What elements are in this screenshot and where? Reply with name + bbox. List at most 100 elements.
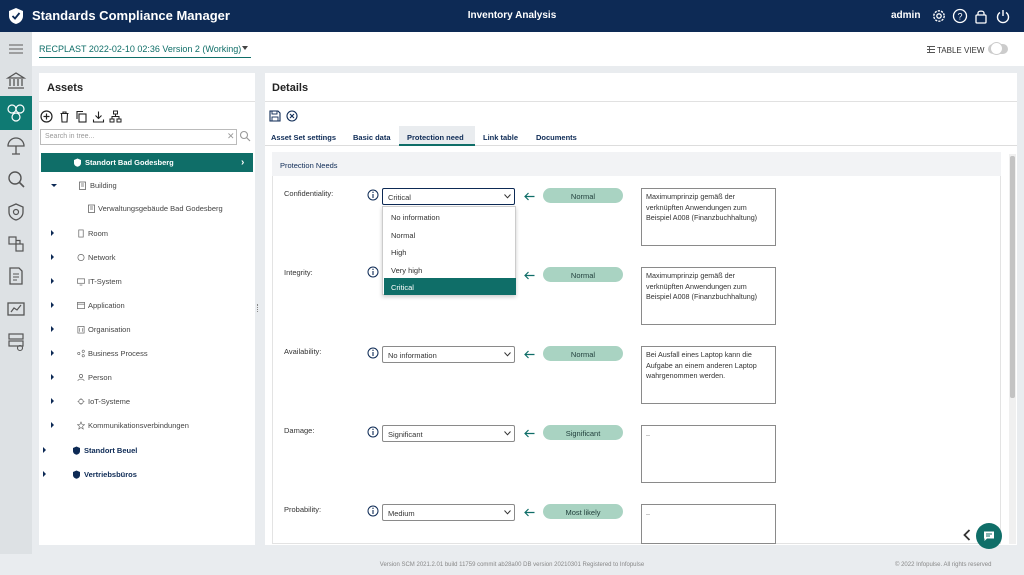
add-icon[interactable] [40,110,53,123]
caret-right-icon[interactable] [43,471,46,477]
caret-right-icon[interactable] [51,350,54,356]
panel-splitter[interactable] [257,304,260,312]
confidentiality-dropdown-menu: No information Normal High Very high Cri… [382,206,516,295]
tree-node-it-system[interactable]: IT-System [51,274,122,288]
search-icon[interactable] [239,130,251,142]
suggested-value-pill[interactable]: Significant [543,425,623,440]
suggested-value-pill[interactable]: Normal [543,188,623,203]
caret-right-icon[interactable] [51,374,54,380]
scrollbar-thumb[interactable] [1010,156,1015,398]
chat-button[interactable] [976,523,1002,549]
apply-suggestion-arrow-icon[interactable] [524,350,535,359]
menu-icon[interactable] [0,32,32,66]
suggested-value-pill[interactable]: Most likely [543,504,623,519]
tree-node-business-process[interactable]: Business Process [51,346,148,360]
help-icon[interactable]: ? [952,8,968,24]
tab-documents[interactable]: Documents [536,126,582,146]
institution-icon[interactable] [0,64,32,98]
tree-search-input[interactable]: Search in tree... [40,129,237,145]
tree-node-label: IoT-Systeme [88,396,131,406]
chevron-down-icon[interactable] [504,352,511,357]
tree-node-building[interactable]: Building [51,178,117,192]
tree-node-application[interactable]: Application [51,298,125,312]
server-settings-icon[interactable] [0,324,32,358]
caret-right-icon[interactable] [51,302,54,308]
availability-select[interactable]: No information [382,346,515,363]
chevron-down-icon[interactable] [504,194,511,199]
tree-node-standort-beuel[interactable]: Standort Beuel [43,443,137,457]
lock-icon[interactable] [973,8,989,24]
caret-right-icon[interactable] [51,398,54,404]
caret-right-icon[interactable] [51,230,54,236]
tree-node-vertriebsbueros[interactable]: Vertriebsbüros [43,467,137,481]
caret-down-icon[interactable] [51,183,57,187]
dropdown-option[interactable]: Very high [384,261,516,278]
asset-modules-icon[interactable] [0,96,32,130]
suggested-value-pill[interactable]: Normal [543,267,623,282]
apply-suggestion-arrow-icon[interactable] [524,508,535,517]
download-icon[interactable] [92,110,105,123]
dropdown-option[interactable]: No information [384,208,516,225]
tree-node-verwaltungsgebaeude[interactable]: Verwaltungsgebäude Bad Godesberg [87,201,223,215]
chevron-left-icon[interactable] [962,529,972,541]
info-icon[interactable] [367,266,379,278]
integrity-note[interactable]: Maximumprinzip gemäß der verknüpften Anw… [641,267,776,325]
hierarchy-icon[interactable] [109,110,122,123]
apply-suggestion-arrow-icon[interactable] [524,429,535,438]
cancel-icon[interactable] [286,110,298,122]
chevron-down-icon[interactable] [504,510,511,515]
chevron-down-icon[interactable] [242,46,248,50]
search-analysis-icon[interactable] [0,162,32,196]
toggle-knob[interactable] [990,42,1003,55]
power-icon[interactable] [995,8,1011,24]
user-name[interactable]: admin [891,10,920,21]
chevron-down-icon[interactable] [504,431,511,436]
probability-note[interactable]: .. [641,504,776,544]
report-icon[interactable] [0,259,32,293]
shield-settings-icon[interactable] [0,195,32,229]
apply-suggestion-arrow-icon[interactable] [524,271,535,280]
caret-right-icon[interactable] [51,422,54,428]
damage-note[interactable]: .. [641,425,776,483]
network-puzzle-icon[interactable] [0,227,32,261]
tree-node-person[interactable]: Person [51,370,112,384]
damage-select[interactable]: Significant [382,425,515,442]
availability-note[interactable]: Bei Ausfall eines Laptop kann die Aufgab… [641,346,776,404]
tree-node-room[interactable]: Room [51,226,108,240]
tree-node-organisation[interactable]: Organisation [51,322,131,336]
tab-link-table[interactable]: Link table [483,126,525,146]
dropdown-option[interactable]: Normal [384,226,516,243]
gear-icon[interactable] [931,8,947,24]
caret-right-icon[interactable] [51,254,54,260]
info-icon[interactable] [367,426,379,438]
tab-basic-data[interactable]: Basic data [353,126,395,146]
dropdown-option-selected[interactable]: Critical [384,278,516,295]
save-icon[interactable] [269,110,281,122]
confidentiality-select[interactable]: Critical [382,188,515,205]
suggested-value-pill[interactable]: Normal [543,346,623,361]
info-icon[interactable] [367,347,379,359]
copy-icon[interactable] [75,110,88,123]
clear-icon[interactable]: ✕ [227,131,235,142]
probability-select[interactable]: Medium [382,504,515,521]
tab-protection-need[interactable]: Protection need [399,126,475,146]
globe-shield-icon[interactable] [0,130,32,164]
caret-right-icon[interactable] [43,447,46,453]
caret-right-icon[interactable] [51,278,54,284]
info-icon[interactable] [367,505,379,517]
tree-node-kommunikationsverbindungen[interactable]: Kommunikationsverbindungen [51,418,189,432]
apply-suggestion-arrow-icon[interactable] [524,192,535,201]
info-icon[interactable] [367,189,379,201]
version-select[interactable]: RECPLAST 2022-02-10 02:36 Version 2 (Wor… [39,44,251,58]
tree-node-iot-systeme[interactable]: IoT-Systeme [51,394,130,408]
trash-icon[interactable] [58,110,71,123]
dashboard-icon[interactable] [0,292,32,326]
chevron-right-icon[interactable]: › [241,157,244,168]
tree-node-network[interactable]: Network [51,250,116,264]
tree-node-standort-bad-godesberg[interactable]: Standort Bad Godesberg › [41,153,253,172]
confidentiality-note[interactable]: Maximumprinzip gemäß der verknüpften Anw… [641,188,776,246]
caret-right-icon[interactable] [51,326,54,332]
tab-asset-set-settings[interactable]: Asset Set settings [271,126,343,146]
dropdown-option[interactable]: High [384,243,516,260]
divider [39,101,255,102]
